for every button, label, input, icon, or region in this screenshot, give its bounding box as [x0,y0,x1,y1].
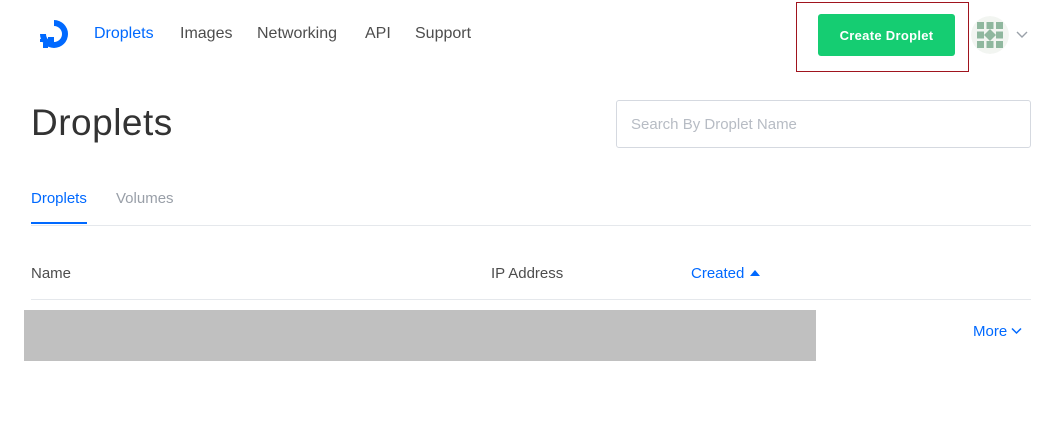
top-navigation: Droplets Images Networking API Support C… [0,0,1057,72]
column-header-created[interactable]: Created [691,265,761,283]
nav-images[interactable]: Images [180,24,232,44]
tab-volumes[interactable]: Volumes [116,190,174,222]
column-header-ip-address[interactable]: IP Address [491,265,563,283]
digitalocean-logo-icon[interactable] [37,17,71,51]
nav-api[interactable]: API [365,24,391,44]
nav-droplets[interactable]: Droplets [94,24,154,44]
page-title: Droplets [31,102,173,143]
nav-networking[interactable]: Networking [257,24,337,44]
user-avatar[interactable] [971,16,1009,54]
chevron-down-icon[interactable] [1016,28,1028,40]
tab-bar: Droplets Volumes [31,186,1031,226]
create-droplet-button[interactable]: Create Droplet [818,14,955,56]
identicon-avatar-icon [971,16,1009,54]
nav-support[interactable]: Support [415,24,471,44]
more-label: More [973,323,1008,340]
tab-droplets[interactable]: Droplets [31,190,87,224]
sort-ascending-icon [750,270,761,276]
more-menu-link[interactable]: More [973,323,1022,341]
column-header-name[interactable]: Name [31,265,71,283]
table-row-redacted [24,310,816,361]
column-header-created-label: Created [691,265,745,282]
table-header: Name IP Address Created [31,262,1031,300]
search-input[interactable] [616,100,1031,148]
chevron-down-icon [1011,327,1022,335]
